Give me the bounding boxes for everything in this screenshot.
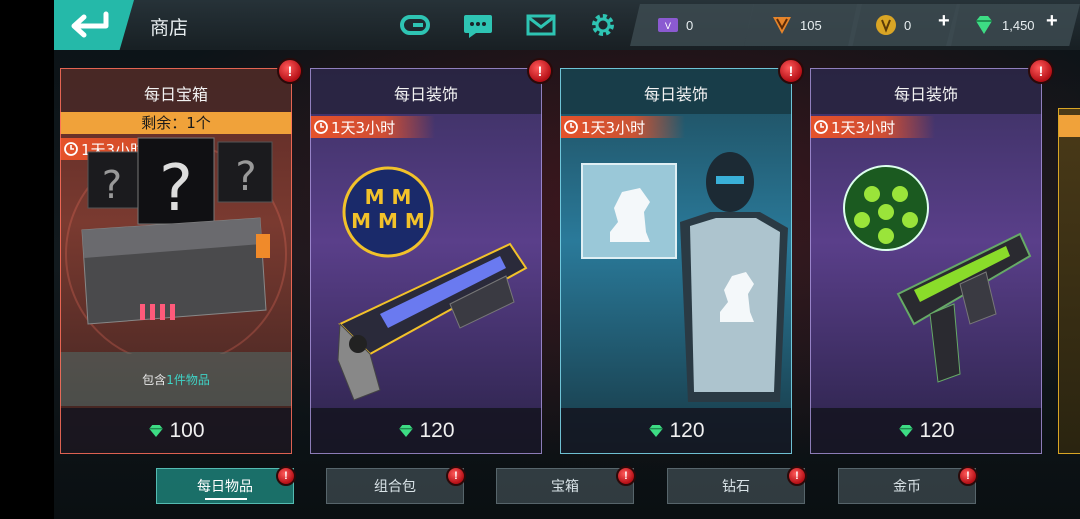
tab-label: 组合包 (374, 479, 416, 495)
tab-alert-badge: ! (446, 466, 466, 486)
tab-alert-badge: ! (787, 466, 807, 486)
add-gold-button[interactable]: + (938, 10, 950, 33)
mail-icon[interactable] (524, 8, 558, 42)
card-partial-next[interactable] (1058, 108, 1080, 454)
tokens-value: 105 (800, 17, 822, 33)
partial-card-banner (1059, 115, 1080, 137)
gold-value: 0 (904, 17, 912, 33)
tab-label: 钻石 (722, 479, 750, 495)
card-frame (560, 68, 792, 454)
tab-daily-items[interactable]: 每日物品 (156, 468, 294, 504)
currency-tokens[interactable]: 105 (744, 4, 862, 46)
tab-label: 每日物品 (197, 479, 253, 495)
alert-badge: ! (277, 58, 303, 84)
token-v-icon (773, 17, 791, 34)
vip-value: 0 (686, 17, 694, 33)
gameloft-logo-icon[interactable] (398, 8, 432, 42)
tab-diamonds[interactable]: 钻石 (667, 468, 805, 504)
tab-chests[interactable]: 宝箱 (496, 468, 634, 504)
vip-ticket-icon: V (658, 18, 678, 32)
chat-icon[interactable] (461, 8, 495, 42)
alert-badge: ! (527, 58, 553, 84)
alert-badge: ! (1028, 58, 1054, 84)
card-frame (810, 68, 1042, 454)
tab-alert-badge: ! (276, 466, 296, 486)
tab-label: 金币 (893, 479, 921, 495)
tab-label: 宝箱 (551, 479, 579, 495)
tab-alert-badge: ! (958, 466, 978, 486)
diamonds-value: 1,450 (1002, 17, 1035, 33)
page-title: 商店 (150, 17, 189, 39)
back-arrow-icon (71, 11, 109, 38)
card-daily-chest[interactable]: 每日宝箱 剩余：1个 1天3小时 ? ? ? 包含 1件物品 100 (60, 68, 292, 454)
gold-coin-icon (876, 15, 896, 35)
currency-vip[interactable]: V 0 (630, 4, 754, 46)
tab-gold[interactable]: 金币 (838, 468, 976, 504)
currency-diamonds[interactable]: 1,450 (946, 4, 1080, 46)
alert-badge: ! (778, 58, 804, 84)
tab-active-indicator (205, 498, 247, 500)
card-daily-skin-2[interactable]: 每日装饰 1天3小时 120 (560, 68, 792, 454)
shop-screen: 商店 V 0 105 0 + 1,450 + 每日宝箱 剩余：1个 1天3小时 (0, 0, 1080, 519)
diamond-icon (976, 16, 992, 34)
tab-bundles[interactable]: 组合包 (326, 468, 464, 504)
card-frame (60, 68, 292, 454)
tab-alert-badge: ! (616, 466, 636, 486)
card-frame (310, 68, 542, 454)
card-daily-skin-3[interactable]: 每日装饰 1天3小时 120 (810, 68, 1042, 454)
left-edge-bar (0, 0, 54, 519)
settings-gear-icon[interactable] (586, 8, 620, 42)
add-diamonds-button[interactable]: + (1046, 10, 1058, 33)
svg-text:V: V (665, 22, 672, 32)
card-daily-skin-1[interactable]: 每日装饰 1天3小时 M M M M M 120 (310, 68, 542, 454)
